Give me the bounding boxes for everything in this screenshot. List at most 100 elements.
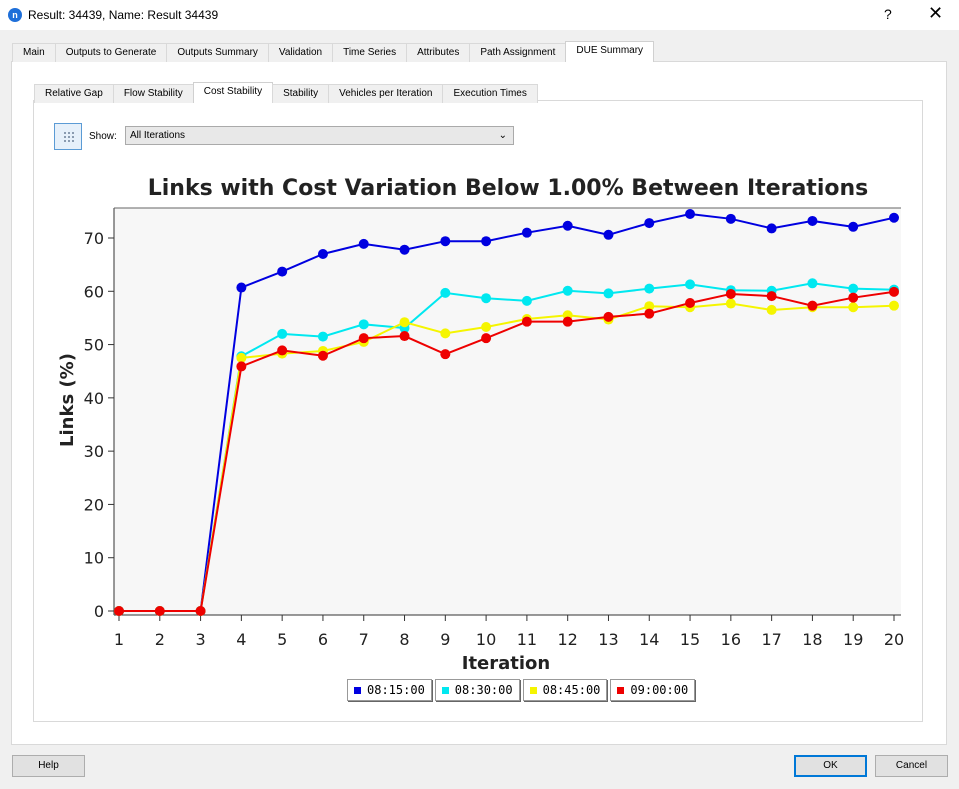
legend-item-0830[interactable]: 08:30:00 (434, 679, 520, 701)
data-point (562, 285, 573, 296)
x-tick-label: 6 (318, 630, 328, 649)
data-point (562, 220, 573, 231)
x-tick-label: 5 (277, 630, 287, 649)
y-tick-label: 50 (84, 336, 104, 355)
data-point (236, 352, 247, 363)
data-point (848, 221, 859, 232)
data-point (889, 300, 899, 311)
data-point (236, 282, 247, 293)
data-point (725, 213, 736, 224)
legend-label: 08:15:00 (367, 683, 425, 697)
ok-button[interactable]: OK (794, 755, 867, 777)
chart: 010203040506070 1 2 3 4 5 6 7 8 9 10 11 12 13 14 15 16 1… (57, 207, 904, 674)
data-point (154, 606, 165, 616)
legend-item-0845[interactable]: 08:45:00 (522, 679, 608, 701)
data-point (848, 302, 859, 313)
data-point (440, 349, 451, 360)
x-tick-label: 17 (761, 630, 781, 649)
data-point (766, 223, 777, 234)
legend-label: 08:30:00 (454, 683, 513, 697)
x-tick-label: 4 (236, 630, 246, 649)
data-point (644, 218, 655, 229)
data-point (603, 229, 614, 240)
data-point (521, 295, 532, 306)
data-point (807, 278, 818, 289)
data-point (603, 288, 614, 299)
x-tick-label: 7 (359, 630, 369, 649)
y-tick-label: 70 (84, 229, 104, 248)
data-point (317, 350, 328, 361)
legend-swatch (529, 686, 537, 694)
data-point (725, 298, 736, 309)
data-point (358, 333, 369, 344)
data-point (277, 345, 288, 356)
x-tick-label: 14 (639, 630, 659, 649)
x-tick-label: 12 (558, 630, 578, 649)
data-point (725, 288, 736, 299)
data-point (644, 283, 655, 294)
data-point (440, 328, 451, 339)
data-point (644, 308, 655, 319)
y-tick-label: 40 (84, 389, 104, 408)
data-point (521, 227, 532, 238)
data-point (685, 298, 696, 309)
help-button[interactable]: Help (12, 755, 85, 777)
x-tick-label: 11 (517, 630, 537, 649)
data-point (685, 209, 696, 220)
data-point (440, 287, 451, 298)
data-point (807, 215, 818, 226)
data-point (195, 606, 206, 616)
data-point (685, 279, 696, 290)
chart-legend: 08:15:00 08:30:00 08:45:00 09:00:00 (347, 679, 696, 701)
data-point (562, 316, 573, 327)
data-point (277, 266, 288, 277)
y-tick-label: 30 (84, 442, 104, 461)
data-point (358, 238, 369, 249)
data-point (358, 319, 369, 330)
x-tick-label: 2 (155, 630, 165, 649)
data-point (848, 292, 859, 303)
data-point (848, 283, 859, 294)
x-tick-label: 8 (399, 630, 409, 649)
data-point (521, 316, 532, 327)
x-tick-label: 3 (195, 630, 205, 649)
data-point (317, 248, 328, 259)
y-tick-label: 0 (94, 602, 104, 621)
legend-item-0815[interactable]: 08:15:00 (347, 679, 432, 701)
data-point (481, 236, 492, 247)
data-point (440, 236, 451, 247)
legend-swatch (617, 686, 625, 694)
y-tick-label: 10 (84, 549, 104, 568)
x-tick-label: 16 (721, 630, 741, 649)
legend-label: 08:45:00 (542, 683, 601, 697)
data-point (766, 291, 777, 302)
data-point (807, 300, 818, 311)
x-tick-label: 15 (680, 630, 700, 649)
x-tick-label: 18 (802, 630, 822, 649)
data-point (481, 293, 492, 304)
data-point (481, 321, 492, 332)
y-axis-label: Links (%) (57, 353, 78, 447)
data-point (399, 317, 410, 328)
data-point (277, 328, 288, 339)
data-point (399, 244, 410, 255)
y-tick-label: 60 (84, 282, 104, 301)
x-tick-label: 10 (476, 630, 496, 649)
legend-item-0900[interactable]: 09:00:00 (610, 679, 696, 701)
x-axis-label: Iteration (462, 653, 551, 674)
data-point (766, 304, 777, 315)
legend-swatch (354, 686, 361, 694)
data-point (603, 311, 614, 322)
x-tick-label: 1 (114, 630, 124, 649)
x-tick-label: 20 (884, 630, 904, 649)
cancel-button[interactable]: Cancel (875, 755, 948, 777)
legend-label: 09:00:00 (630, 683, 689, 697)
x-tick-label: 13 (598, 630, 618, 649)
data-point (481, 333, 492, 344)
data-point (114, 606, 124, 616)
data-point (399, 331, 410, 342)
data-point (889, 286, 899, 297)
data-point (889, 212, 899, 223)
y-tick-label: 20 (84, 495, 104, 514)
x-tick-label: 19 (843, 630, 863, 649)
